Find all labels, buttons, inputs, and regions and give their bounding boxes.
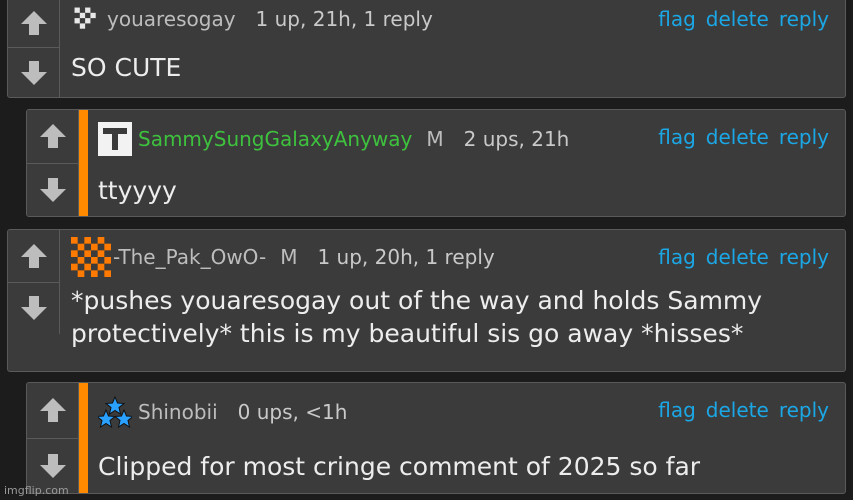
comment-meta: 2 ups, 21h	[463, 127, 570, 151]
arrow-down-icon	[20, 296, 47, 321]
reply-accent-bar	[79, 383, 88, 493]
letter-t-avatar-icon[interactable]	[98, 122, 132, 156]
comment-actions: flag delete reply	[658, 389, 829, 431]
upvote-button[interactable]	[27, 383, 78, 438]
arrow-up-icon	[39, 398, 66, 423]
username[interactable]: Shinobii	[138, 400, 218, 424]
vote-column	[27, 110, 79, 216]
comment-text: *pushes youaresogay out of the way and h…	[71, 286, 763, 348]
upvote-button[interactable]	[8, 0, 59, 47]
arrow-up-icon	[20, 243, 47, 268]
username[interactable]: SammySungGalaxyAnyway	[138, 127, 412, 151]
downvote-button[interactable]	[8, 47, 59, 97]
reply-link[interactable]: reply	[779, 125, 829, 149]
imgflip-watermark: imgflip.com	[4, 484, 69, 497]
username[interactable]: -The_Pak_OwO-	[113, 245, 266, 269]
comment-actions: flag delete reply	[658, 0, 829, 40]
vote-column	[8, 0, 60, 97]
vote-column	[27, 383, 79, 493]
arrow-down-icon	[20, 60, 47, 85]
username[interactable]: youaresogay	[107, 7, 236, 31]
arrow-down-icon	[39, 177, 66, 202]
downvote-button[interactable]	[27, 162, 78, 216]
moderator-badge: M	[426, 127, 444, 151]
blue-stars-avatar-icon[interactable]	[98, 395, 132, 429]
reply-link[interactable]: reply	[779, 245, 829, 269]
orange-checker-avatar-icon[interactable]	[71, 237, 111, 277]
delete-link[interactable]: delete	[706, 7, 769, 31]
upvote-button[interactable]	[8, 230, 59, 282]
delete-link[interactable]: delete	[706, 245, 769, 269]
vote-column	[8, 230, 60, 334]
comment-2: SammySungGalaxyAnyway M 2 ups, 21h flag …	[26, 109, 846, 217]
comment-actions: flag delete reply	[658, 116, 829, 158]
flag-link[interactable]: flag	[658, 125, 696, 149]
pixel-dots-avatar-icon[interactable]	[71, 4, 101, 34]
comment-meta: 1 up, 21h, 1 reply	[255, 7, 433, 31]
reply-link[interactable]: reply	[779, 398, 829, 422]
comment-text: SO CUTE	[71, 53, 182, 82]
flag-link[interactable]: flag	[658, 398, 696, 422]
reply-accent-bar	[79, 110, 88, 216]
comment-meta: 0 ups, <1h	[237, 400, 348, 424]
comment-text: Clipped for most cringe comment of 2025 …	[98, 451, 701, 481]
comment-3: -The_Pak_OwO- M 1 up, 20h, 1 reply flag …	[7, 229, 846, 372]
comment-actions: flag delete reply	[658, 236, 829, 278]
flag-link[interactable]: flag	[658, 7, 696, 31]
flag-link[interactable]: flag	[658, 245, 696, 269]
arrow-down-icon	[39, 453, 66, 478]
comment-4: Shinobii 0 ups, <1h flag delete reply Cl…	[26, 382, 846, 494]
moderator-badge: M	[280, 245, 298, 269]
reply-link[interactable]: reply	[779, 7, 829, 31]
comment-meta: 1 up, 20h, 1 reply	[317, 245, 495, 269]
delete-link[interactable]: delete	[706, 398, 769, 422]
upvote-button[interactable]	[27, 110, 78, 163]
comment-text: ttyyyy	[98, 175, 177, 205]
arrow-up-icon	[39, 124, 66, 149]
downvote-button[interactable]	[8, 281, 59, 334]
arrow-up-icon	[20, 10, 47, 35]
delete-link[interactable]: delete	[706, 125, 769, 149]
comment-1: youaresogay 1 up, 21h, 1 reply flag dele…	[7, 0, 846, 98]
